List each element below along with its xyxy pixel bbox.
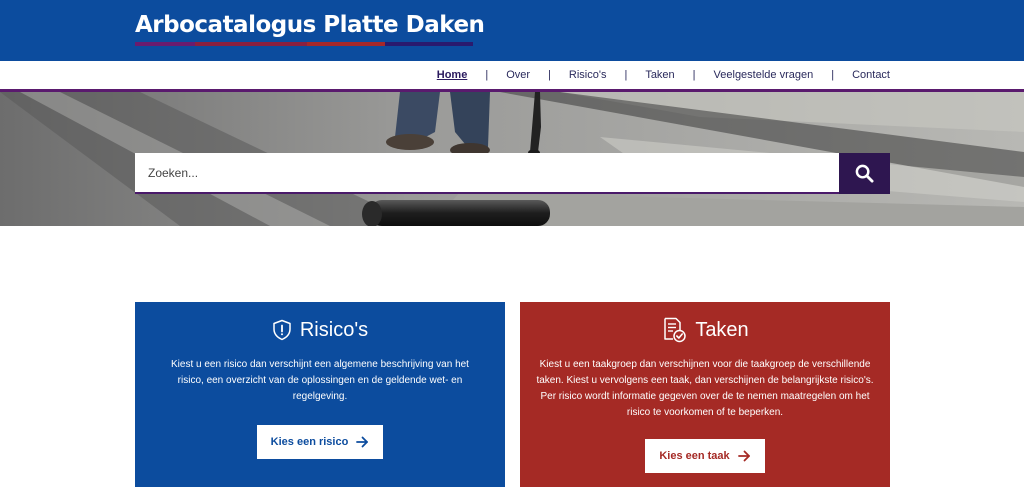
card-title: Risico's <box>299 319 369 341</box>
brand-logo[interactable]: Arbocatalogus Platte Daken <box>135 10 485 46</box>
nav-separator: | <box>831 69 835 81</box>
button-label: Kies een taak <box>659 450 730 462</box>
search-bar <box>135 153 890 194</box>
site-title[interactable]: Arbocatalogus Platte Daken <box>135 10 485 40</box>
button-label: Kies een risico <box>270 436 349 448</box>
card-risicos: Risico's Kiest u een risico dan verschij… <box>135 302 505 487</box>
brand-underline <box>135 42 473 46</box>
document-check-icon <box>664 317 687 343</box>
nav-separator: | <box>485 69 489 81</box>
search-button[interactable] <box>839 153 890 194</box>
underline-segment <box>135 42 195 46</box>
underline-segment <box>385 42 473 46</box>
arrow-right-icon <box>737 450 750 462</box>
nav-contact[interactable]: Contact <box>852 69 890 81</box>
nav-home[interactable]: Home <box>437 69 468 81</box>
nav-separator: | <box>692 69 696 81</box>
underline-segment <box>195 42 307 46</box>
underline-segment <box>307 42 385 46</box>
nav-veelgestelde-vragen[interactable]: Veelgestelde vragen <box>714 69 814 81</box>
nav-separator: | <box>548 69 551 81</box>
search-input[interactable] <box>135 153 839 194</box>
shield-alert-icon <box>273 319 291 341</box>
nav-risicos[interactable]: Risico's <box>569 69 607 81</box>
card-description: Kiest u een risico dan verschijnt een al… <box>171 359 469 402</box>
nav-over[interactable]: Over <box>506 69 530 81</box>
nav-taken[interactable]: Taken <box>645 69 674 81</box>
main-navigation: Home | Over | Risico's | Taken | Veelges… <box>0 61 1024 89</box>
site-header: Arbocatalogus Platte Daken <box>0 0 1024 61</box>
card-taken: Taken Kiest u een taakgroep dan verschij… <box>520 302 890 487</box>
search-icon <box>855 164 874 183</box>
arrow-right-icon <box>356 436 369 448</box>
choose-risk-button[interactable]: Kies een risico <box>256 425 384 459</box>
nav-separator: | <box>624 69 628 81</box>
card-description: Kiest u een taakgroep dan verschijnen vo… <box>536 359 874 418</box>
choose-task-button[interactable]: Kies een taak <box>645 439 765 473</box>
card-title: Taken <box>695 319 749 341</box>
